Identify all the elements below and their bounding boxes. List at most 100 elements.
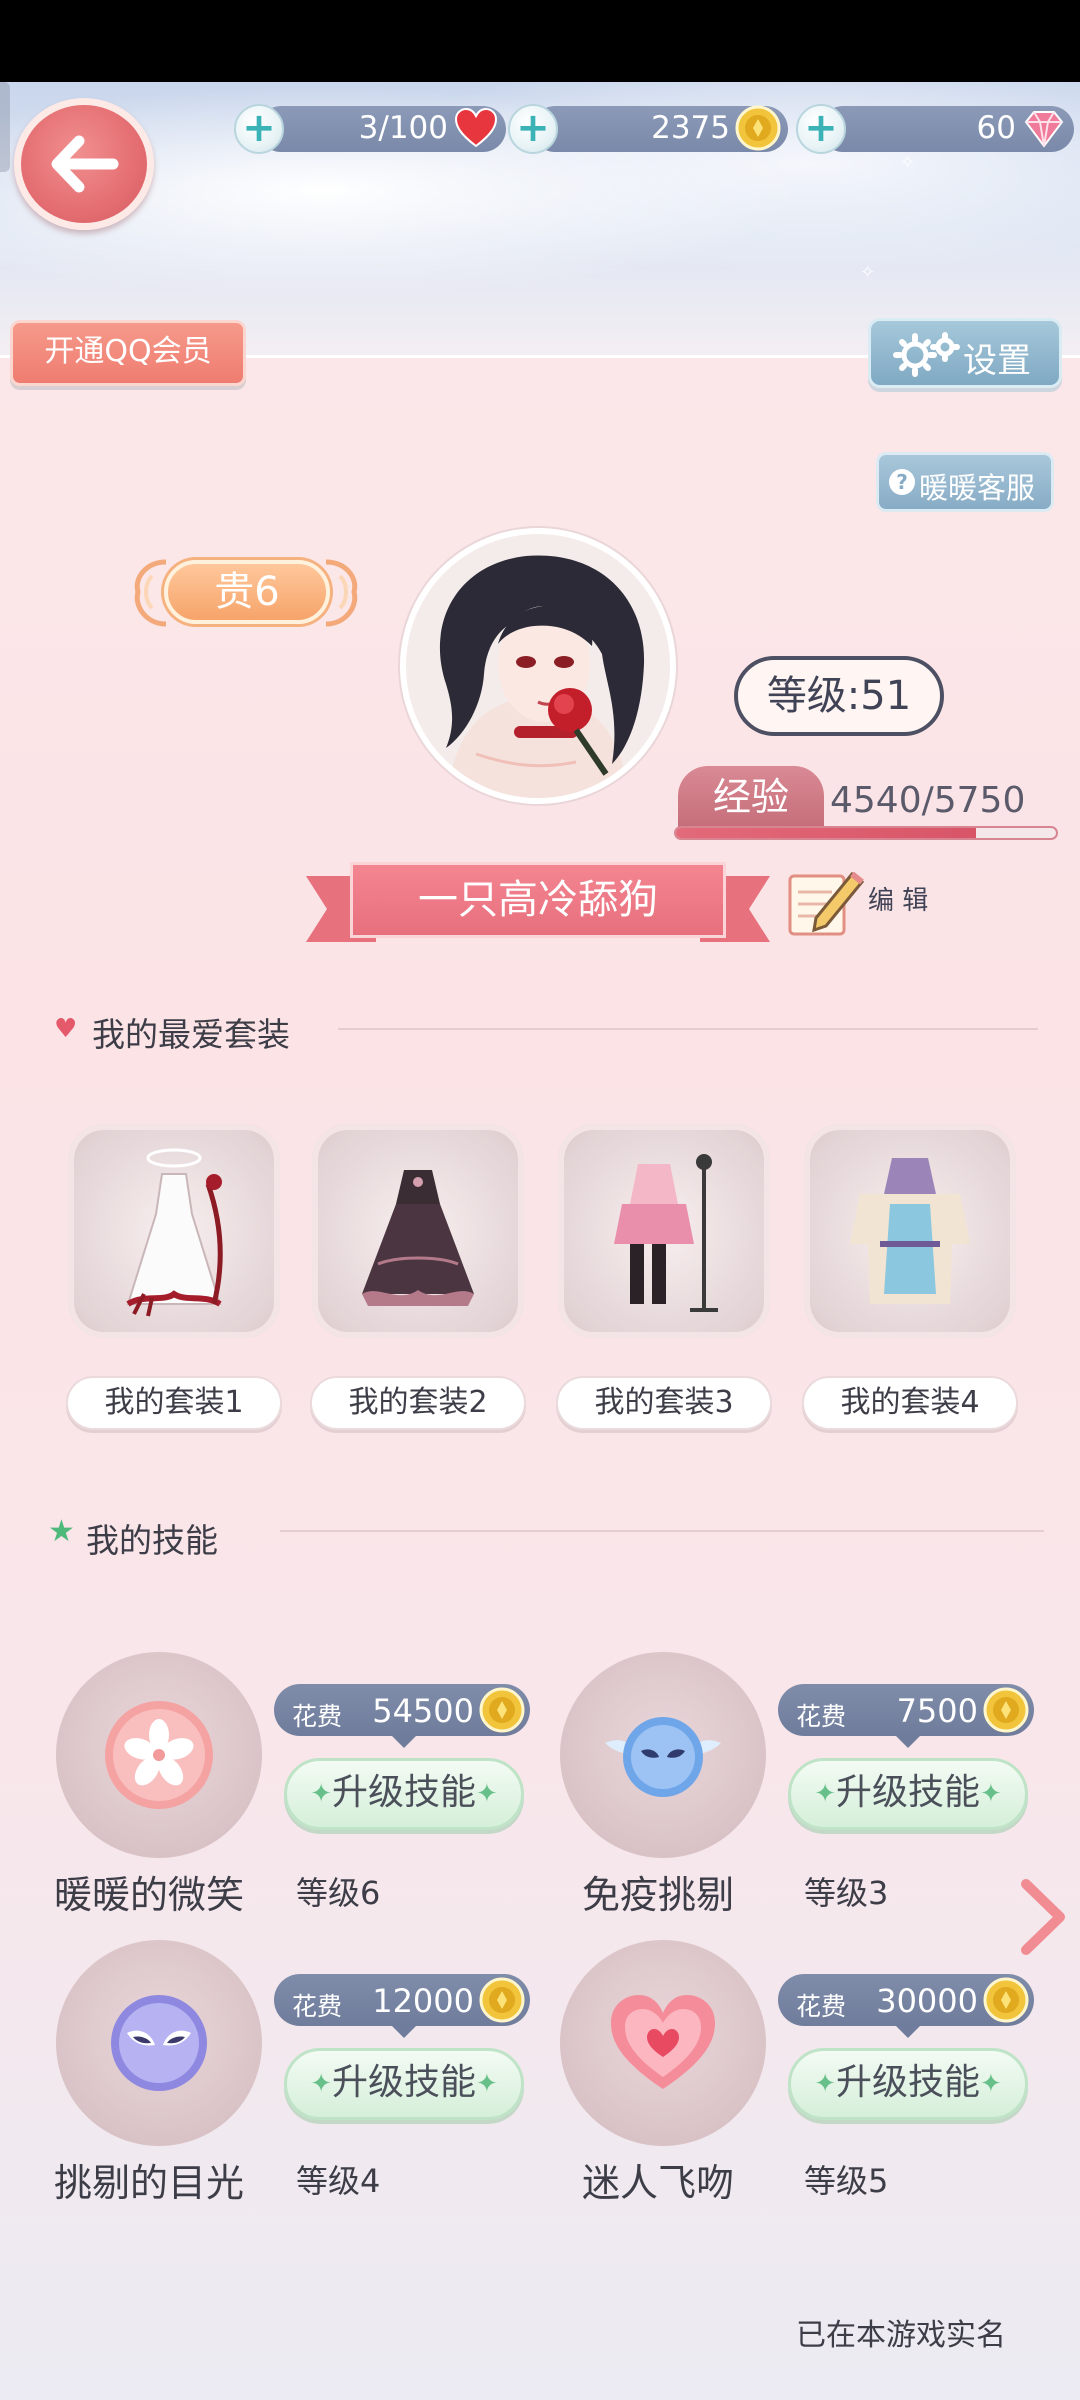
cost-label: 花费 [292,1992,343,2021]
exp-progress-bar [674,826,1058,840]
add-diamond-button[interactable]: + [796,104,846,154]
skill-level-2: 等级3 [804,1874,889,1912]
skill-level-3: 等级4 [296,2162,381,2200]
exp-value: 4540/5750 [830,780,1026,821]
sparkle-icon: ✦ [814,1779,836,1809]
vip-label: 贵6 [164,560,330,624]
upgrade-label: 升级技能 [331,2062,476,2103]
upgrade-label: 升级技能 [835,1772,980,1813]
real-name-verified-note: 已在本游戏实名 [796,2318,1006,2353]
sparkle-icon: ✦ [476,2069,498,2099]
stamina-counter: + 3/100 [234,100,506,156]
section-divider [280,1530,1044,1532]
sparkle-icon: ✦ [980,1779,1002,1809]
gold-coin-icon [479,1977,525,2023]
sparkle-icon: ✦ [310,1779,332,1809]
section-divider [338,1028,1038,1030]
dark-gothic-dress-icon [362,1170,474,1306]
skill-level-4: 等级5 [804,2162,889,2200]
blue-hanfu-icon [850,1158,970,1304]
exp-label: 经验 [678,766,824,828]
back-button[interactable] [14,98,154,230]
outfit-slot-2[interactable] [312,1124,524,1338]
upgrade-skill-button-2[interactable]: ✦升级技能✦ [788,1758,1028,1830]
status-bar [0,0,1080,82]
sparkle-icon: ✦ [980,2069,1002,2099]
question-icon: ? [889,469,915,495]
add-gold-button[interactable]: + [508,104,558,154]
winged-mask-icon [605,1717,721,1797]
upgrade-label: 升级技能 [835,2062,980,2103]
gear-icon [893,332,960,377]
outfit-label-1[interactable]: 我的套装1 [66,1376,282,1430]
heart-orb-icon [611,1995,715,2089]
chevron-right-icon[interactable] [1016,1876,1070,1958]
edit-label[interactable]: 编 辑 [868,880,928,917]
sparkle-icon: ✦ [814,2069,836,2099]
skill-name-2: 免疫挑剔 [582,1873,735,1917]
gold-coin-icon [479,1687,525,1733]
purple-mask-icon [111,1995,207,2091]
cost-value: 54500 [372,1692,474,1730]
cost-value: 7500 [896,1692,978,1730]
skill-icon-slot-1[interactable] [56,1652,262,1858]
upgrade-label: 升级技能 [331,1772,476,1813]
favorites-title: 我的最爱套装 [92,1015,290,1054]
heart-icon [454,107,498,148]
outfit-slot-1[interactable] [68,1124,280,1338]
sparkle-icon: ✦ [310,2069,332,2099]
settings-button[interactable]: 设置 [868,318,1062,388]
gold-value: 2375 [651,110,730,146]
skill-cost-1: 花费 54500 [274,1684,530,1748]
pink-idol-outfit-icon [614,1154,718,1312]
qq-member-button[interactable]: 开通QQ会员 [10,320,246,386]
gold-coin-icon [983,1977,1029,2023]
outfit-label-3[interactable]: 我的套装3 [556,1376,772,1430]
outfit-slot-3[interactable] [558,1124,770,1338]
skill-icon-slot-3[interactable] [56,1940,262,2146]
cost-label: 花费 [796,1702,847,1731]
star-icon: ★ [48,1514,75,1549]
skills-title: 我的技能 [86,1521,218,1560]
avatar[interactable] [400,528,676,804]
add-stamina-button[interactable]: + [234,104,284,154]
arrow-left-icon [51,135,119,193]
vip-badge[interactable]: 贵6 [126,548,366,638]
skill-icon-slot-2[interactable] [560,1652,766,1858]
upgrade-skill-button-3[interactable]: ✦升级技能✦ [284,2048,524,2120]
customer-service-label: 暖暖客服 [919,471,1036,505]
gold-counter: + 2375 [508,100,788,156]
diamond-value: 60 [976,110,1016,146]
diamond-icon [1024,111,1064,148]
cost-value: 12000 [372,1982,474,2020]
edit-pencil-icon[interactable] [786,866,866,938]
settings-label: 设置 [963,341,1031,381]
edge-shadow [0,82,10,172]
upgrade-skill-button-1[interactable]: ✦升级技能✦ [284,1758,524,1830]
gold-coin-icon [983,1687,1029,1733]
outfit-slot-4[interactable] [804,1124,1016,1338]
skill-icon-slot-4[interactable] [560,1940,766,2146]
skill-name-3: 挑剔的目光 [54,2161,245,2205]
stamina-value: 3/100 [358,110,448,146]
skill-name-4: 迷人飞吻 [582,2161,735,2205]
gold-coin-icon [735,105,781,151]
upgrade-skill-button-4[interactable]: ✦升级技能✦ [788,2048,1028,2120]
nickname: 一只高冷舔狗 [350,862,726,938]
skill-cost-2: 花费 7500 [778,1684,1034,1748]
nickname-ribbon: 一只高冷舔狗 [306,862,770,948]
cost-label: 花费 [796,1992,847,2021]
skill-cost-4: 花费 30000 [778,1974,1034,2038]
cost-value: 30000 [876,1982,978,2020]
diamond-counter: + 60 [796,100,1074,156]
character-portrait-icon [406,534,670,798]
sakura-icon [105,1701,213,1809]
outfit-label-4[interactable]: 我的套装4 [802,1376,1018,1430]
outfit-label-2[interactable]: 我的套装2 [310,1376,526,1430]
sparkle-icon: ✦ [476,1779,498,1809]
white-red-gown-icon [126,1148,223,1317]
heart-icon: ♥ [54,1014,78,1044]
skill-level-1: 等级6 [296,1874,381,1912]
exp-progress-fill [676,828,977,838]
customer-service-button[interactable]: ? 暖暖客服 [876,452,1054,512]
